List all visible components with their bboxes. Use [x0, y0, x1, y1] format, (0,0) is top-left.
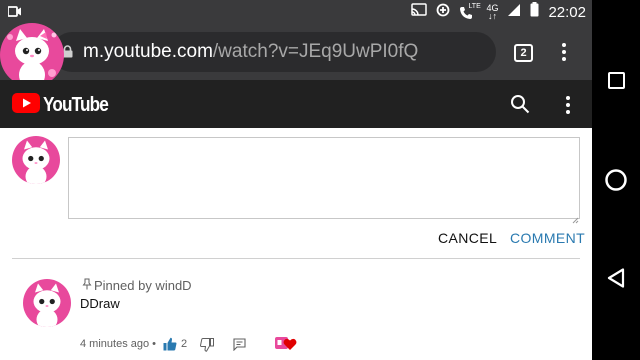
youtube-header: YouTube: [0, 80, 592, 128]
youtube-logo[interactable]: YouTube: [12, 93, 119, 118]
cast-icon: [411, 2, 428, 22]
url-path: /watch?v=JEq9UwPI0fQ: [212, 41, 419, 62]
meta-separator: •: [152, 338, 157, 350]
data-saver-icon: [436, 3, 450, 22]
search-icon[interactable]: [510, 94, 530, 119]
video-camera-icon: [7, 5, 22, 23]
dislike-icon[interactable]: [200, 338, 214, 357]
browser-toolbar: m.youtube.com/watch?v=JEq9UwPI0fQ: [0, 24, 592, 80]
pinned-indicator: Pinned by windD: [82, 278, 192, 293]
signal-icon: [507, 3, 521, 22]
volte-call-icon: LTE: [459, 3, 481, 21]
tab-switcher-button[interactable]: 2: [514, 44, 533, 62]
cancel-button[interactable]: CANCEL: [438, 230, 497, 246]
clock: 22:02: [548, 3, 586, 21]
url-text[interactable]: m.youtube.com/watch?v=JEq9UwPI0fQ: [83, 41, 418, 63]
back-icon[interactable]: [607, 268, 625, 293]
composer-avatar: [12, 136, 60, 184]
network-type: 4G ↓↑: [486, 4, 498, 21]
comment-button[interactable]: COMMENT: [510, 230, 585, 246]
commenter-avatar[interactable]: [23, 279, 71, 327]
pinned-label: Pinned by windD: [94, 278, 192, 293]
url-host: m.youtube.com: [83, 41, 213, 62]
status-bar: LTE 4G ↓↑ 22:02: [0, 0, 592, 24]
resize-handle-icon[interactable]: [572, 211, 579, 229]
comment-time: 4 minutes ago: [80, 338, 150, 350]
divider: [12, 258, 580, 259]
browser-menu-icon[interactable]: [562, 43, 566, 64]
like-icon[interactable]: [163, 337, 177, 356]
home-icon[interactable]: [605, 169, 627, 196]
comment-text: DDraw: [80, 296, 120, 311]
address-bar[interactable]: m.youtube.com/watch?v=JEq9UwPI0fQ: [52, 32, 496, 72]
comment-timestamp: 4 minutes ago •: [80, 338, 156, 350]
comment-input[interactable]: [68, 137, 580, 219]
youtube-wordmark: YouTube: [43, 94, 109, 116]
phone-screen: LTE 4G ↓↑ 22:02 m.youtube.com/watch?v=JE…: [0, 0, 592, 360]
youtube-menu-icon[interactable]: [566, 96, 570, 117]
creator-heart-icon: [275, 336, 297, 357]
pin-icon: [82, 278, 92, 293]
reply-icon[interactable]: [233, 338, 246, 356]
like-count: 2: [181, 338, 188, 350]
battery-icon: [530, 2, 539, 22]
status-icons: LTE 4G ↓↑ 22:02: [411, 2, 586, 22]
youtube-play-icon: [12, 93, 40, 118]
android-nav-bar: [592, 0, 640, 360]
lte-label: LTE: [468, 3, 481, 10]
user-avatar[interactable]: [0, 23, 64, 87]
data-arrows-icon: ↓↑: [487, 11, 497, 21]
recents-icon[interactable]: [608, 72, 625, 94]
